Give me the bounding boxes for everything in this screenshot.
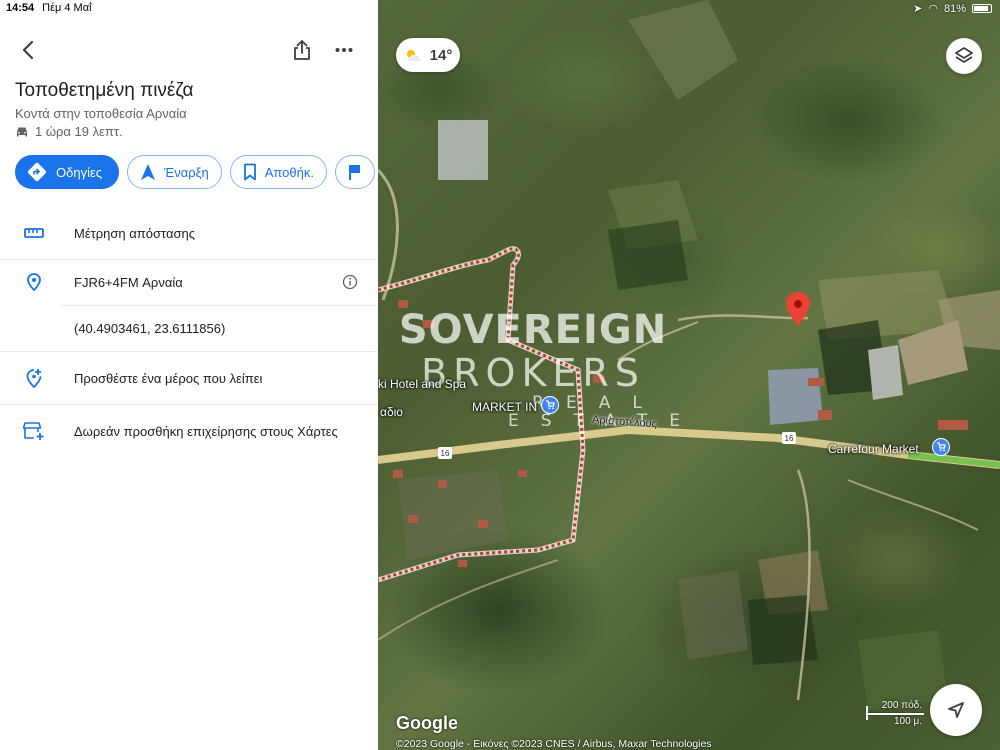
road-shield-16-east: 16 [782,432,796,444]
add-missing-place-label: Προσθέστε ένα μέρος που λείπει [74,370,263,386]
coordinates-text: (40.4903461, 23.6111856) [74,320,226,336]
info-icon [342,274,358,290]
google-logo: Google [396,713,458,733]
directions-label: Οδηγίες [56,164,103,180]
temperature: 14° [429,46,453,64]
divider [0,351,378,352]
directions-button[interactable]: Οδηγίες [15,155,120,189]
status-time: 14:54 [6,2,35,14]
panel-toolbar [0,28,378,68]
my-location-button[interactable] [930,684,982,736]
poi-label-market[interactable]: MARKET IN [472,400,537,414]
shopping-cart-icon[interactable] [541,396,559,414]
car-icon [17,127,27,136]
action-chips: Οδηγίες Έναρξη Αποθήκ. [15,155,378,189]
navigation-icon [948,702,964,718]
layers-icon [955,47,973,63]
measure-distance-label: Μέτρηση απόστασης [74,225,195,241]
status-bar-right: ➤ ◠ 81% [913,2,992,15]
location-arrow-icon: ➤ [913,3,923,15]
start-navigation-button[interactable]: Έναρξη [127,155,222,189]
wifi-icon: ◠ [928,3,938,15]
add-business-icon [22,419,46,443]
partly-cloudy-icon [406,50,421,61]
watermark-line1: SOVEREIGN [398,307,668,353]
chevron-left-icon [22,40,34,60]
plus-code-text: FJR6+4FM Αρναία [74,274,183,290]
layers-button[interactable] [946,38,982,74]
bookmark-icon [243,163,256,181]
start-label: Έναρξη [164,164,209,180]
save-label: Αποθήκ. [264,164,314,180]
back-button[interactable] [14,36,42,64]
coordinates-row[interactable]: (40.4903461, 23.6111856) [0,311,378,345]
divider [0,259,378,260]
drive-time-text: 1 ώρα 19 λεπτ. [35,124,123,139]
add-missing-place-row[interactable]: Προσθέστε ένα μέρος που λείπει [0,361,378,395]
status-bar-left: 14:54 Πέμ 4 Μαΐ [6,2,92,14]
plus-code-info-button[interactable] [340,272,360,292]
label-button[interactable] [334,155,375,189]
location-pin-icon [22,270,46,294]
weather-chip[interactable]: 14° [396,38,460,72]
drive-time: 1 ώρα 19 λεπτ. [15,124,123,139]
flag-icon [348,165,360,180]
add-business-row[interactable]: Δωρεάν προσθήκη επιχείρησης στους Χάρτες [0,414,378,448]
divider [60,305,378,306]
road-shield-16-west: 16 [438,447,452,459]
divider [0,404,378,405]
poi-label-hotel[interactable]: ki Hotel and Spa [378,377,466,391]
place-details-panel: 14:54 Πέμ 4 Μαΐ Τοποθετημένη πινέζα Κοντ… [0,0,378,750]
plus-code-row[interactable]: FJR6+4FM Αρναία [0,265,378,299]
poi-label-partial[interactable]: αδιο [380,405,403,419]
measure-distance-row[interactable]: Μέτρηση απόστασης [0,216,378,250]
map-attribution[interactable]: ©2023 Google - Εικόνες ©2023 CNES / Airb… [396,738,712,750]
share-icon [294,40,310,60]
place-title: Τοποθετημένη πινέζα [15,80,194,101]
scale-feet: 200 πόδ. [881,700,922,711]
share-button[interactable] [288,36,316,64]
more-horizontal-icon [335,48,353,52]
add-business-label: Δωρεάν προσθήκη επιχείρησης στους Χάρτες [74,423,338,439]
battery-icon [972,4,992,13]
battery-percent: 81% [943,2,966,15]
save-button[interactable]: Αποθήκ. [229,155,327,189]
navigation-arrow-icon [141,164,156,180]
satellite-map[interactable]: ➤ ◠ 81% 14° SOVEREIGN BROKERS REAL ESTAT… [378,0,1000,750]
more-options-button[interactable] [330,36,358,64]
add-location-icon [22,366,46,390]
scale-bar: 200 πόδ. 100 μ. [866,700,924,730]
ruler-icon [22,221,46,245]
shopping-cart-icon[interactable] [932,438,950,456]
scale-line [866,713,924,715]
scale-meters: 100 μ. [893,716,922,727]
poi-label-carrefour[interactable]: Carrefour Market [828,442,919,456]
status-date: Πέμ 4 Μαΐ [42,2,92,14]
directions-icon [27,162,47,182]
place-subtitle: Κοντά στην τοποθεσία Αρναία [15,106,187,121]
